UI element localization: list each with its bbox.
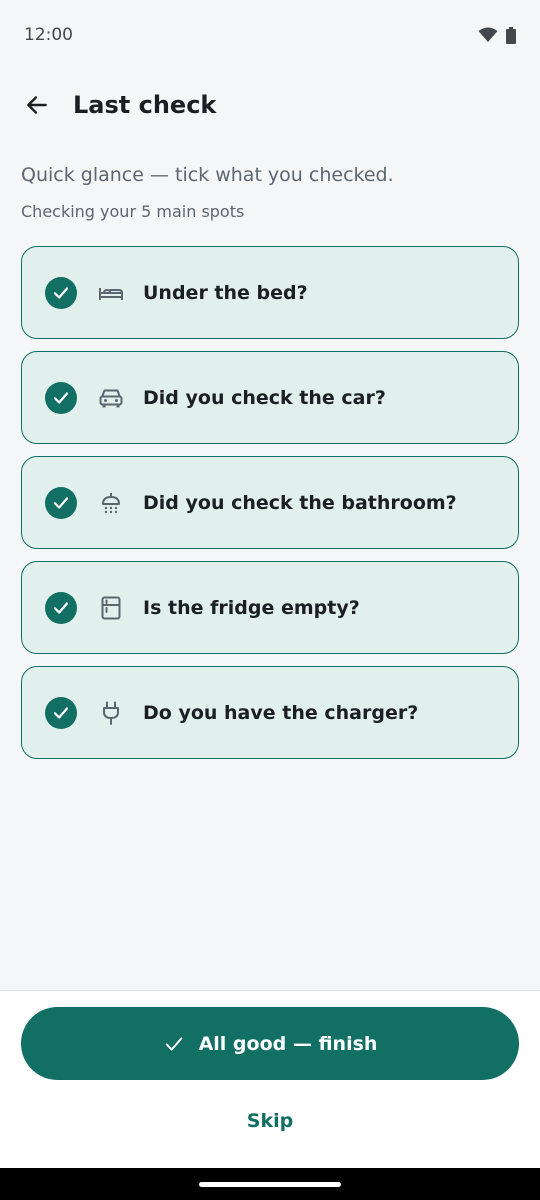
shower-icon <box>97 489 125 517</box>
checklist-item-fridge[interactable]: Is the fridge empty? <box>21 561 519 654</box>
battery-icon <box>506 26 516 44</box>
back-button[interactable] <box>17 85 57 125</box>
app-bar: Last check <box>0 70 540 140</box>
checklist-item-label: Under the bed? <box>143 281 308 304</box>
skip-button[interactable]: Skip <box>0 1101 540 1141</box>
page-title: Last check <box>73 91 217 119</box>
checklist-item-bed[interactable]: Under the bed? <box>21 246 519 339</box>
checkbox-checked[interactable] <box>45 591 77 624</box>
checkbox-checked[interactable] <box>45 696 77 729</box>
intro-text: Quick glance — tick what you checked. <box>21 164 394 186</box>
finish-button[interactable]: All good — finish <box>21 1007 519 1080</box>
checklist-item-label: Did you check the bathroom? <box>143 491 457 514</box>
checklist-item-label: Did you check the car? <box>143 386 386 409</box>
fridge-icon <box>97 594 125 622</box>
system-nav-bar <box>0 1168 540 1200</box>
check-icon <box>53 496 69 509</box>
bed-icon <box>97 279 125 307</box>
status-icons <box>478 26 516 44</box>
check-icon <box>53 706 69 719</box>
car-icon <box>97 384 125 412</box>
check-icon <box>53 286 69 299</box>
checkbox-checked[interactable] <box>45 276 77 309</box>
plug-icon <box>97 699 125 727</box>
checklist-item-bathroom[interactable]: Did you check the bathroom? <box>21 456 519 549</box>
check-icon <box>53 391 69 404</box>
checklist: Under the bed? Did you check the car? Di… <box>21 246 519 759</box>
check-icon <box>53 601 69 614</box>
check-icon <box>165 1036 182 1051</box>
home-handle[interactable] <box>199 1182 341 1187</box>
status-bar: 12:00 <box>0 0 540 70</box>
intro-subtext: Checking your 5 main spots <box>21 202 245 221</box>
checkbox-checked[interactable] <box>45 381 77 414</box>
checklist-item-label: Do you have the charger? <box>143 701 419 724</box>
bottom-action-bar: All good — finish Skip <box>0 990 540 1168</box>
status-time: 12:00 <box>24 25 73 45</box>
checkbox-checked[interactable] <box>45 486 77 519</box>
checklist-item-label: Is the fridge empty? <box>143 596 360 619</box>
finish-button-label: All good — finish <box>198 1032 378 1055</box>
checklist-item-charger[interactable]: Do you have the charger? <box>21 666 519 759</box>
arrow-left-icon <box>27 96 47 114</box>
wifi-icon <box>478 27 498 42</box>
checklist-item-car[interactable]: Did you check the car? <box>21 351 519 444</box>
